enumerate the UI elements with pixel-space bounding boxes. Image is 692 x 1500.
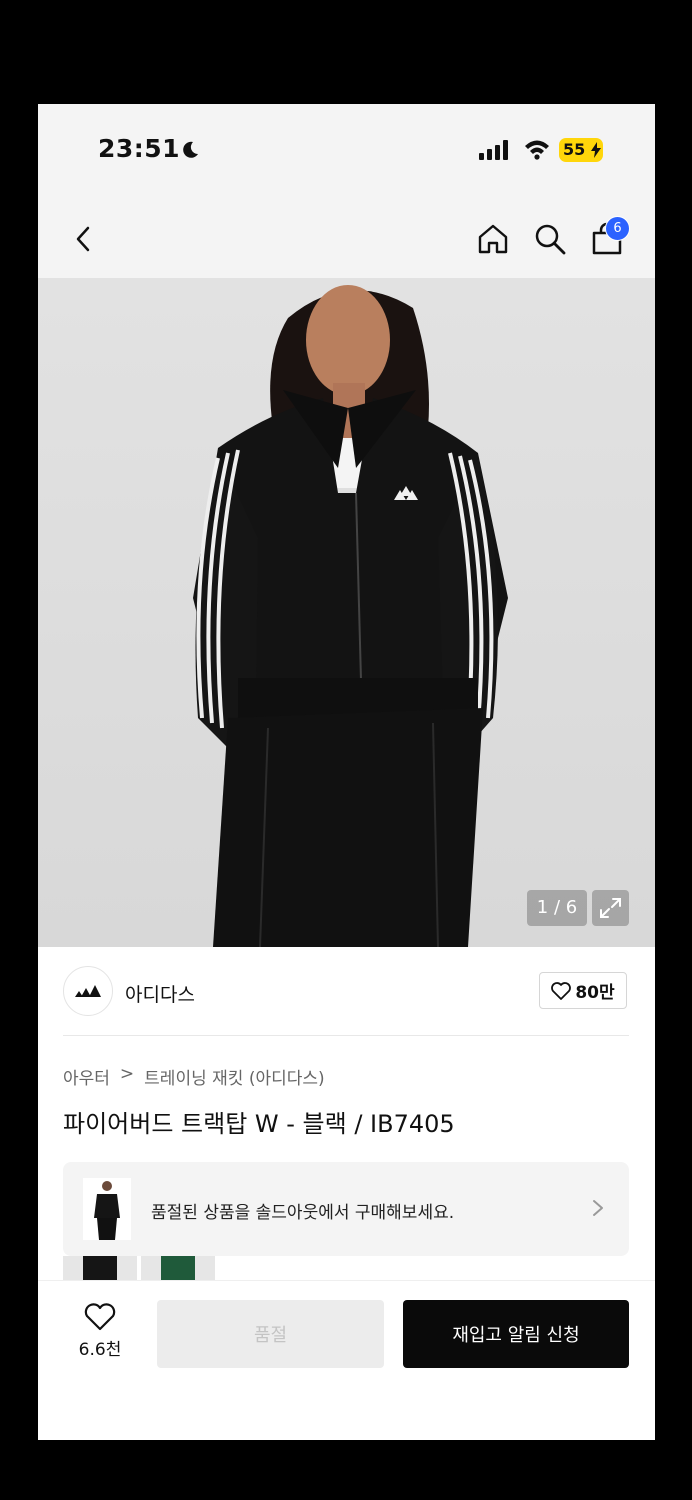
heart-icon [84, 1303, 116, 1331]
banner-thumbnail [83, 1178, 131, 1240]
wish-button[interactable]: 6.6천 [68, 1303, 132, 1360]
expand-icon [600, 898, 621, 918]
breadcrumb: 아우터 > 트레이닝 재킷 (아디다스) [63, 1064, 325, 1089]
bottom-action-bar: 6.6천 품절 재입고 알림 신청 [38, 1280, 655, 1440]
back-icon[interactable] [68, 222, 102, 256]
signal-icon [479, 140, 508, 160]
heart-icon [551, 981, 572, 1000]
battery-level: 55 [563, 140, 586, 159]
battery-icon: 55 [559, 138, 603, 162]
banner-text: 품절된 상품을 솔드아웃에서 구매해보세요. [151, 1203, 455, 1223]
breadcrumb-category[interactable]: 아우터 [63, 1064, 110, 1089]
expand-button[interactable] [592, 890, 629, 926]
divider [63, 1035, 629, 1036]
search-icon[interactable] [533, 222, 567, 256]
wifi-icon [525, 140, 549, 160]
adidas-logo-icon [75, 985, 101, 997]
status-time: 23:51 [98, 134, 181, 163]
home-icon[interactable] [476, 222, 510, 256]
brand-like-count: 80만 [575, 983, 615, 1003]
color-thumbnails [63, 1256, 223, 1280]
thumbnail-black[interactable] [63, 1256, 137, 1280]
cart-count-badge: 6 [605, 216, 630, 241]
brand-like-button[interactable]: 80만 [539, 972, 627, 1009]
brand-logo[interactable] [63, 966, 113, 1016]
soldout-button: 품절 [157, 1300, 384, 1368]
moon-icon [183, 141, 198, 158]
brand-name[interactable]: 아디다스 [125, 980, 195, 1007]
soldout-banner[interactable]: 품절된 상품을 솔드아웃에서 구매해보세요. [63, 1162, 629, 1256]
phone-screen: 23:51 55 6 1 / 6 아디다스 80만 아우터 > 트레이닝 재킷 … [38, 104, 655, 1440]
charging-icon [591, 142, 601, 158]
thumbnail-green[interactable] [141, 1256, 215, 1280]
top-nav [38, 194, 655, 278]
breadcrumb-subcategory[interactable]: 트레이닝 재킷 (아디다스) [144, 1064, 324, 1089]
product-title: 파이어버드 트랙탑 W - 블랙 / IB7405 [63, 1110, 455, 1138]
image-counter: 1 / 6 [527, 890, 587, 926]
restock-alert-button[interactable]: 재입고 알림 신청 [403, 1300, 629, 1368]
chevron-right-icon [593, 1200, 603, 1216]
product-image[interactable] [38, 278, 655, 947]
product-photo [193, 285, 508, 947]
status-bar: 23:51 55 [38, 104, 655, 194]
breadcrumb-separator: > [119, 1064, 135, 1084]
wish-count: 6.6천 [78, 1340, 122, 1360]
